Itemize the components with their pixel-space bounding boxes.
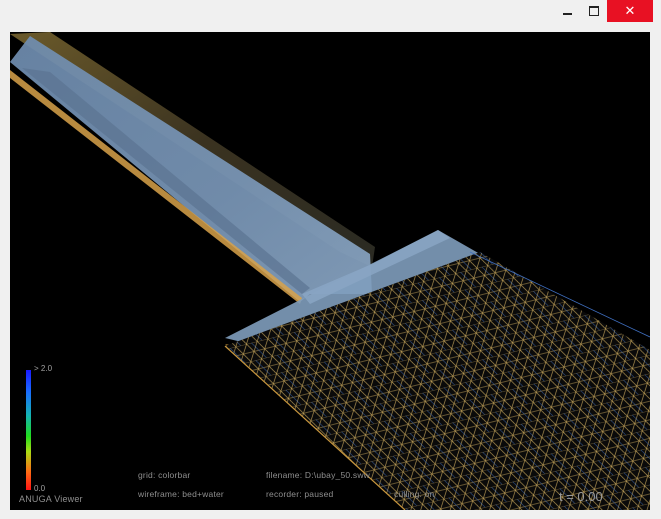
grid-status: grid: colorbar: [138, 470, 191, 480]
3d-viewport[interactable]: > 2.0 0.0 ANUGA Viewer grid: colorbar wi…: [10, 32, 650, 510]
maximize-button[interactable]: [581, 0, 607, 22]
wireframe-status: wireframe: bed+water: [138, 489, 224, 499]
terrain-scene: [10, 32, 650, 510]
app-name-label: ANUGA Viewer: [19, 494, 83, 504]
time-readout: t = 0.00: [559, 489, 603, 504]
filename-status: filename: D:\ubay_50.sww: [266, 470, 371, 480]
window-edge: [655, 24, 661, 519]
channel-water: [10, 36, 372, 302]
culling-status: culling: on: [394, 489, 435, 499]
maximize-icon: [589, 6, 599, 16]
minimize-button[interactable]: [553, 0, 581, 22]
minimize-icon: [562, 13, 572, 15]
close-button[interactable]: ✕: [607, 0, 653, 22]
colorbar: [26, 370, 31, 490]
title-bar[interactable]: ✕: [0, 0, 661, 24]
close-icon: ✕: [624, 3, 636, 19]
anuga-viewer-window: ✕ > 2.0 0.0 ANUGA Viewer grid: colorbar …: [0, 0, 661, 519]
recorder-status: recorder: paused: [266, 489, 334, 499]
colorbar-min-label: 0.0: [34, 484, 46, 493]
colorbar-max-label: > 2.0: [34, 364, 53, 373]
